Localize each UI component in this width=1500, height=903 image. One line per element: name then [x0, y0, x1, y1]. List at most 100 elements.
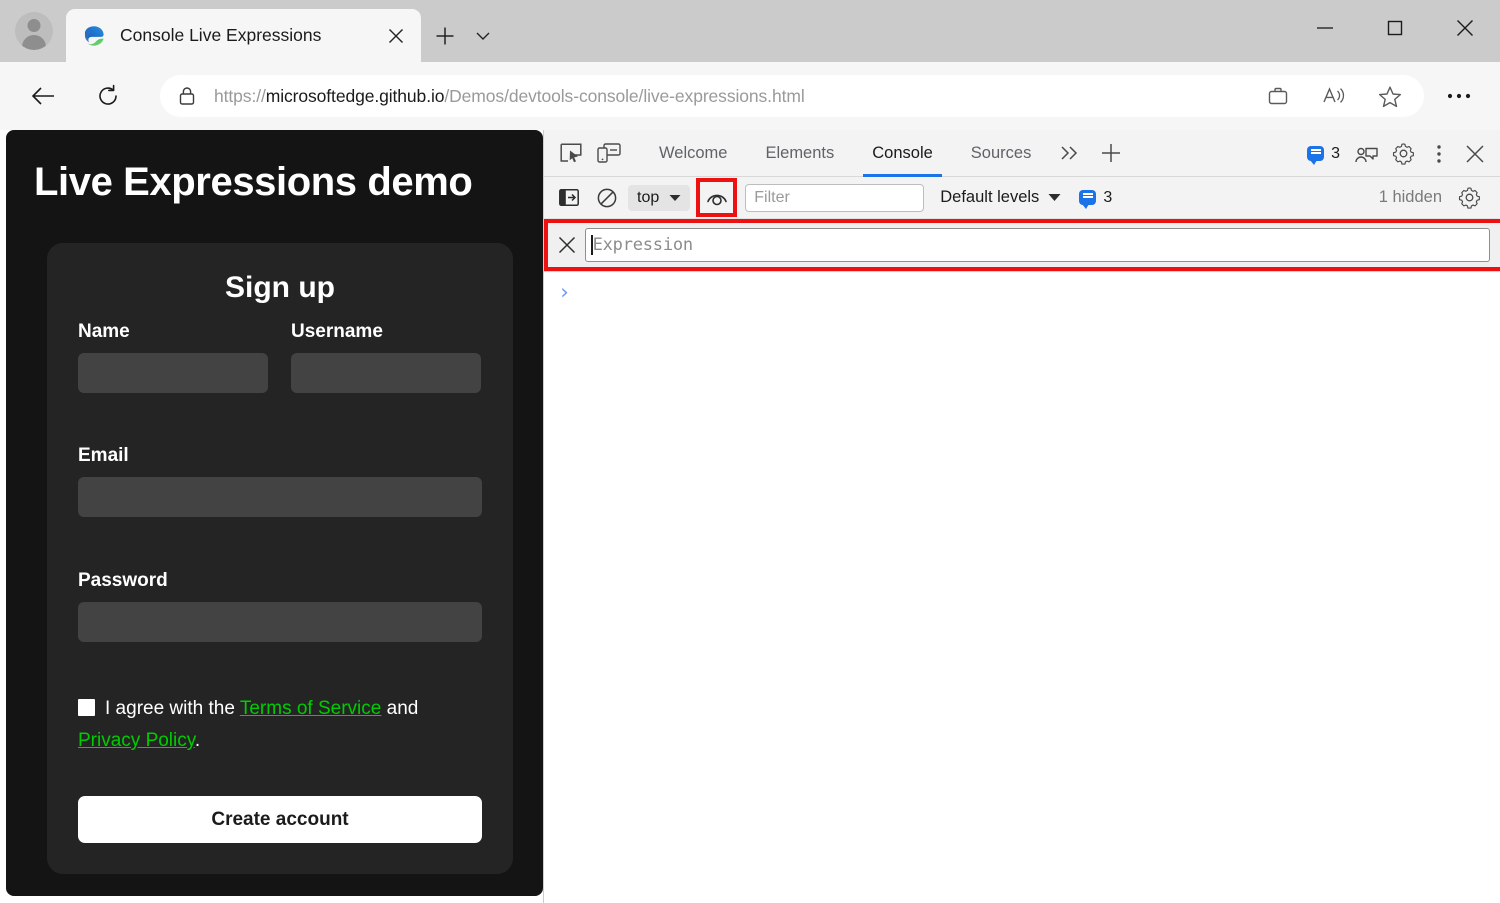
- console-filter-input[interactable]: [745, 183, 925, 212]
- name-field-group: Name: [78, 321, 268, 393]
- read-aloud-icon[interactable]: [1306, 76, 1362, 116]
- email-field-group: Email: [78, 445, 482, 517]
- terms-suffix: .: [194, 730, 201, 751]
- hidden-messages-label[interactable]: 1 hidden: [1379, 188, 1442, 207]
- person-icon: [15, 12, 53, 50]
- device-emulation-icon[interactable]: [592, 136, 626, 170]
- tab-sources[interactable]: Sources: [952, 130, 1051, 177]
- maximize-button[interactable]: [1360, 0, 1430, 56]
- url-path: /Demos/devtools-console/live-expressions…: [444, 85, 805, 106]
- more-options-icon[interactable]: [1422, 137, 1456, 171]
- devtools-panel: Welcome Elements Console Sources 3 top F…: [543, 130, 1500, 903]
- message-bubble-icon: [1079, 190, 1097, 209]
- tab-welcome[interactable]: Welcome: [640, 130, 746, 177]
- browser-window: Console Live Expressions https://microso…: [0, 0, 1500, 903]
- url-text: https://microsoftedge.github.io/Demos/de…: [214, 86, 1250, 107]
- privacy-policy-link[interactable]: Privacy Policy: [78, 730, 195, 751]
- minimize-button[interactable]: [1290, 0, 1360, 56]
- terms-agreement: I agree with the Terms of Service and Pr…: [78, 693, 482, 757]
- terms-checkbox[interactable]: [78, 699, 95, 716]
- collections-icon[interactable]: [1250, 76, 1306, 116]
- tab-console[interactable]: Console: [853, 130, 952, 177]
- tab-welcome-label: Welcome: [659, 143, 728, 162]
- favorites-star-icon[interactable]: [1362, 76, 1418, 116]
- edge-logo-icon: [82, 24, 106, 48]
- username-field-group: Username: [291, 321, 481, 393]
- live-expression-input[interactable]: Expression: [585, 228, 1490, 262]
- console-prompt-icon: ›: [558, 280, 571, 304]
- lock-icon: [160, 86, 214, 106]
- name-input[interactable]: [78, 353, 268, 393]
- devtools-tabbar-actions: 3: [1299, 130, 1492, 177]
- window-controls: [1290, 0, 1500, 56]
- name-username-row: Name Username: [78, 321, 482, 393]
- add-tab-icon[interactable]: [1090, 130, 1132, 177]
- tab-elements-label: Elements: [765, 143, 835, 162]
- chevron-down-icon: [669, 194, 681, 202]
- context-value: top: [637, 188, 660, 206]
- remove-live-expression-icon[interactable]: [552, 230, 582, 260]
- log-levels-dropdown[interactable]: Default levels: [940, 188, 1061, 207]
- demo-page: Live Expressions demo Sign up Name Usern…: [6, 130, 543, 896]
- live-expression-placeholder: Expression: [592, 235, 694, 255]
- issues-count-badge[interactable]: 3: [1299, 144, 1348, 165]
- new-tab-button[interactable]: [427, 18, 463, 54]
- username-label: Username: [291, 321, 383, 342]
- tab-title: Console Live Expressions: [120, 25, 322, 45]
- settings-gear-icon[interactable]: [1386, 137, 1420, 171]
- back-arrow-icon[interactable]: [20, 78, 66, 114]
- javascript-context-selector[interactable]: top: [628, 184, 691, 211]
- devtools-tabs: Welcome Elements Console Sources: [640, 130, 1050, 177]
- address-bar-actions: [1250, 76, 1424, 116]
- devtools-dock-icons: [544, 136, 626, 170]
- url-host: microsoftedge.github.io: [265, 85, 445, 106]
- url-scheme: https://: [214, 85, 266, 106]
- browser-tab[interactable]: Console Live Expressions: [66, 9, 421, 62]
- message-bubble-icon: [1307, 146, 1325, 165]
- console-settings-gear-icon[interactable]: [1452, 183, 1486, 213]
- web-page-viewport: Live Expressions demo Sign up Name Usern…: [0, 130, 543, 903]
- close-window-button[interactable]: [1430, 0, 1500, 56]
- chevron-down-icon: [1048, 193, 1061, 202]
- profile-button[interactable]: [8, 6, 60, 56]
- page-title: Live Expressions demo: [34, 160, 473, 204]
- devtools-tab-bar: Welcome Elements Console Sources 3: [544, 130, 1500, 177]
- password-field-group: Password: [78, 570, 482, 642]
- inspect-element-icon[interactable]: [554, 136, 588, 170]
- tab-close-icon[interactable]: [379, 19, 413, 53]
- feedback-icon[interactable]: [1350, 137, 1384, 171]
- console-toolbar-right: 1 hidden: [1379, 183, 1490, 213]
- tab-actions-menu-button[interactable]: [467, 20, 499, 52]
- log-levels-label: Default levels: [940, 188, 1040, 206]
- password-input[interactable]: [78, 602, 482, 642]
- settings-and-more-icon[interactable]: [1436, 76, 1482, 116]
- terms-prefix: I agree with the: [105, 698, 240, 719]
- title-bar: Console Live Expressions: [0, 0, 1500, 62]
- console-sidebar-icon[interactable]: [552, 183, 586, 213]
- tab-sources-label: Sources: [970, 143, 1032, 162]
- tab-elements[interactable]: Elements: [746, 130, 853, 177]
- more-tabs-icon[interactable]: [1050, 130, 1090, 177]
- console-message-count[interactable]: 3: [1079, 188, 1113, 209]
- reload-icon[interactable]: [86, 78, 130, 114]
- form-title: Sign up: [225, 271, 335, 304]
- name-label: Name: [78, 321, 130, 342]
- console-toolbar: top Default levels: [544, 177, 1500, 219]
- email-label: Email: [78, 445, 129, 466]
- clear-console-icon[interactable]: [590, 183, 624, 213]
- create-live-expression-button[interactable]: [696, 178, 738, 217]
- close-devtools-icon[interactable]: [1458, 137, 1492, 171]
- terms-of-service-link[interactable]: Terms of Service: [240, 698, 381, 719]
- console-message-count-value: 3: [1103, 188, 1113, 206]
- create-account-button[interactable]: Create account: [78, 796, 482, 843]
- email-input[interactable]: [78, 477, 482, 517]
- terms-middle: and: [381, 698, 419, 719]
- live-expression-bar: Expression: [544, 219, 1500, 271]
- address-bar[interactable]: https://microsoftedge.github.io/Demos/de…: [160, 75, 1424, 117]
- console-output[interactable]: ›: [544, 271, 1500, 883]
- password-label: Password: [78, 570, 168, 591]
- console-prompt-row[interactable]: ›: [544, 272, 1500, 304]
- username-input[interactable]: [291, 353, 481, 393]
- issues-count-value: 3: [1331, 144, 1340, 162]
- signup-form: Sign up Name Username Email Password I a…: [47, 243, 513, 874]
